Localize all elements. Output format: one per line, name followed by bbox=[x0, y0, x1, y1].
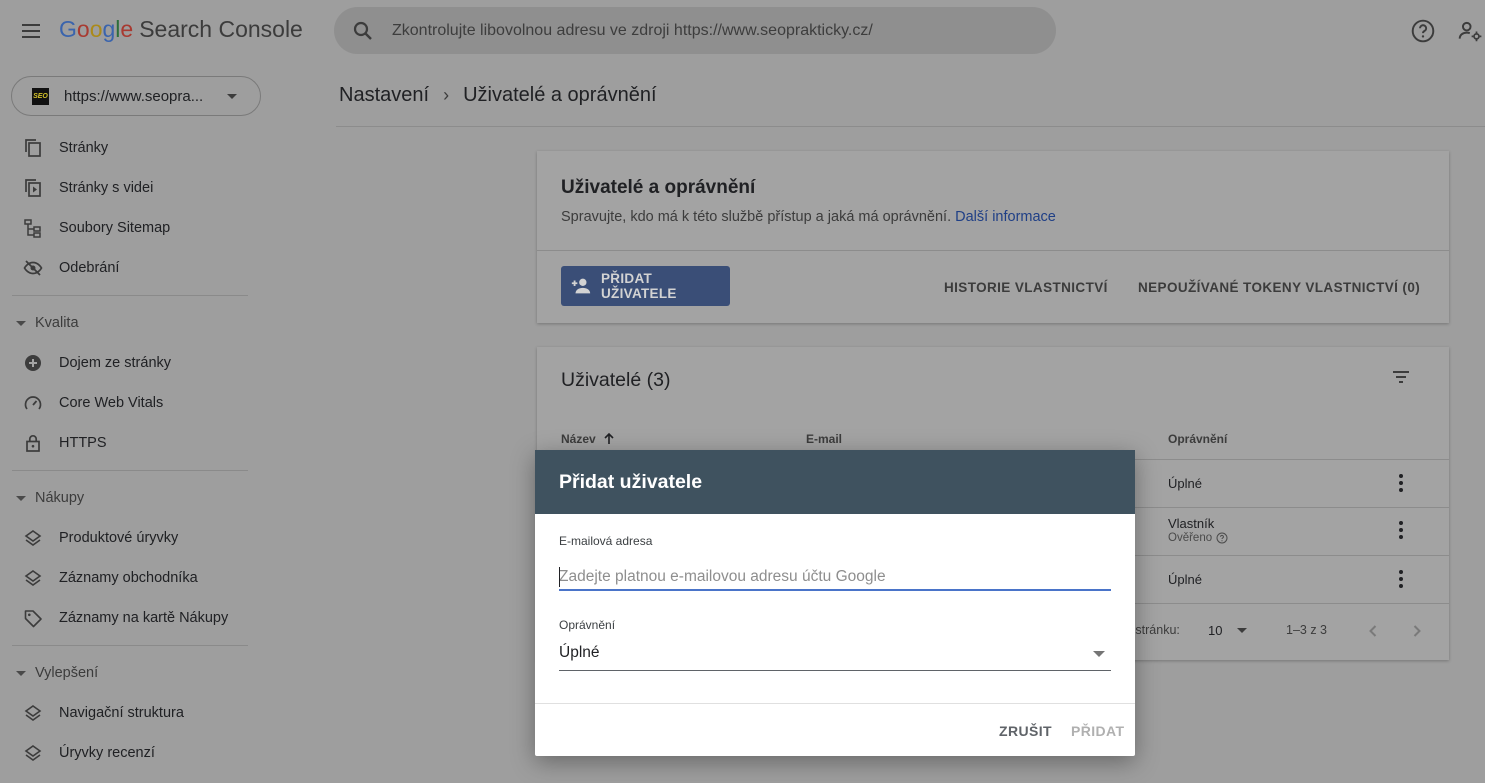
layers-icon bbox=[23, 568, 43, 588]
manage-account-icon[interactable] bbox=[1457, 18, 1483, 44]
sidebar-item-pages[interactable]: Stránky bbox=[0, 128, 260, 168]
row-permission: Úplné bbox=[1168, 476, 1202, 491]
sitemap-icon bbox=[23, 218, 43, 238]
dialog-footer-divider bbox=[535, 703, 1135, 704]
add-user-button[interactable]: PŘIDAT UŽIVATELE bbox=[561, 266, 730, 306]
page-experience-icon bbox=[23, 353, 43, 373]
sidebar-item-sitemaps[interactable]: Soubory Sitemap bbox=[0, 208, 260, 248]
sidebar-item-core-web-vitals[interactable]: Core Web Vitals bbox=[0, 383, 260, 423]
text-cursor bbox=[559, 567, 560, 587]
removals-icon bbox=[23, 258, 43, 278]
email-label: E-mailová adresa bbox=[559, 534, 653, 548]
users-table-title: Uživatelé (3) bbox=[561, 369, 671, 391]
search-icon bbox=[351, 19, 375, 43]
property-url: https://www.seopra... bbox=[64, 87, 204, 105]
sidebar-divider bbox=[12, 645, 248, 646]
sidebar-item-removals[interactable]: Odebrání bbox=[0, 248, 260, 288]
sidebar-item-https[interactable]: HTTPS bbox=[0, 423, 260, 463]
dropdown-arrow-icon bbox=[1093, 651, 1105, 657]
collapse-icon bbox=[16, 495, 26, 501]
layers-icon bbox=[23, 743, 43, 763]
sidebar-item-product-snippets[interactable]: Produktové úryvky bbox=[0, 518, 260, 558]
cancel-button[interactable]: ZRUŠIT bbox=[999, 723, 1052, 739]
column-header-name[interactable]: Název bbox=[561, 432, 616, 446]
learn-more-link[interactable]: Další informace bbox=[955, 209, 1056, 225]
collapse-icon bbox=[16, 320, 26, 326]
chevron-down-icon[interactable] bbox=[1237, 628, 1247, 633]
filter-icon[interactable] bbox=[1389, 365, 1413, 389]
card-description: Spravujte, kdo má k této službě přístup … bbox=[561, 209, 1056, 225]
menu-icon[interactable] bbox=[19, 19, 43, 43]
more-vert-icon[interactable] bbox=[1389, 471, 1413, 495]
rows-per-page-select[interactable]: 10 bbox=[1208, 623, 1222, 638]
unused-tokens-button[interactable]: NEPOUŽÍVANÉ TOKENY VLASTNICTVÍ (0) bbox=[1138, 280, 1420, 295]
sidebar-item-page-experience[interactable]: Dojem ze stránky bbox=[0, 343, 260, 383]
email-field[interactable] bbox=[559, 565, 1111, 591]
search-input[interactable] bbox=[392, 21, 1032, 40]
column-header-email[interactable]: E-mail bbox=[806, 432, 842, 446]
breadcrumb: Nastavení › Uživatelé a oprávnění bbox=[339, 84, 657, 107]
permission-select[interactable]: Úplné bbox=[559, 640, 1111, 671]
sidebar-item-shopping-tab-listings[interactable]: Záznamy na kartě Nákupy bbox=[0, 598, 260, 638]
gauge-icon bbox=[23, 393, 43, 413]
sidebar-section-shopping[interactable]: Nákupy bbox=[0, 478, 260, 518]
sidebar-item-review-snippets[interactable]: Úryvky recenzí bbox=[0, 733, 260, 773]
property-favicon: SEO bbox=[32, 87, 49, 105]
chevron-right-icon: › bbox=[443, 85, 450, 105]
sidebar-divider bbox=[12, 295, 248, 296]
ownership-history-button[interactable]: HISTORIE VLASTNICTVÍ bbox=[944, 280, 1108, 295]
product-name: Search Console bbox=[139, 16, 303, 42]
collapse-icon bbox=[16, 670, 26, 676]
layers-icon bbox=[23, 528, 43, 548]
layers-icon bbox=[23, 703, 43, 723]
header-divider bbox=[336, 126, 1485, 127]
users-permissions-card: Uživatelé a oprávnění Spravujte, kdo má … bbox=[537, 151, 1449, 323]
more-vert-icon[interactable] bbox=[1389, 518, 1413, 542]
url-inspection-search[interactable] bbox=[334, 7, 1056, 54]
permission-value: Úplné bbox=[559, 644, 600, 661]
sidebar-item-video-pages[interactable]: Stránky s videi bbox=[0, 168, 260, 208]
pagination-range: 1–3 z 3 bbox=[1286, 623, 1328, 637]
pages-icon bbox=[23, 138, 43, 158]
card-title: Uživatelé a oprávnění bbox=[561, 177, 756, 198]
row-permission: Úplné bbox=[1168, 572, 1202, 587]
top-app-bar: Google Search Console bbox=[0, 0, 1485, 62]
tag-icon bbox=[23, 608, 43, 628]
sidebar-divider bbox=[12, 470, 248, 471]
verified-status: Ověřeno bbox=[1168, 532, 1228, 544]
chevron-down-icon bbox=[227, 93, 237, 99]
person-add-icon bbox=[570, 275, 592, 297]
chevron-right-icon[interactable] bbox=[1405, 619, 1429, 643]
dialog-header: Přidat uživatele bbox=[535, 450, 1135, 514]
breadcrumb-parent[interactable]: Nastavení bbox=[339, 84, 429, 107]
sidebar-item-merchant-listings[interactable]: Záznamy obchodníka bbox=[0, 558, 260, 598]
lock-icon bbox=[23, 433, 43, 453]
help-outline-icon[interactable] bbox=[1216, 532, 1228, 544]
permission-label: Oprávnění bbox=[559, 618, 616, 632]
app-logo[interactable]: Google Search Console bbox=[59, 16, 303, 43]
chevron-left-icon[interactable] bbox=[1361, 619, 1385, 643]
add-button[interactable]: PŘIDAT bbox=[1071, 723, 1124, 739]
video-pages-icon bbox=[23, 178, 43, 198]
dialog-title: Přidat uživatele bbox=[559, 471, 703, 493]
row-permission: Vlastník bbox=[1168, 516, 1215, 531]
sidebar-section-quality[interactable]: Kvalita bbox=[0, 303, 260, 343]
add-user-dialog: Přidat uživatele E-mailová adresa Oprávn… bbox=[535, 450, 1135, 756]
sidebar-nav: Stránky Stránky s videi Soubory Sitemap … bbox=[0, 128, 260, 773]
sidebar-section-enhancements[interactable]: Vylepšení bbox=[0, 653, 260, 693]
more-vert-icon[interactable] bbox=[1389, 567, 1413, 591]
help-icon[interactable] bbox=[1410, 18, 1436, 44]
breadcrumb-current: Uživatelé a oprávnění bbox=[463, 84, 657, 106]
card-divider bbox=[537, 250, 1449, 251]
sidebar-item-breadcrumbs[interactable]: Navigační struktura bbox=[0, 693, 260, 733]
arrow-up-icon bbox=[602, 432, 616, 446]
property-selector[interactable]: SEO https://www.seopra... bbox=[11, 76, 261, 116]
column-header-permission[interactable]: Oprávnění bbox=[1168, 432, 1227, 446]
